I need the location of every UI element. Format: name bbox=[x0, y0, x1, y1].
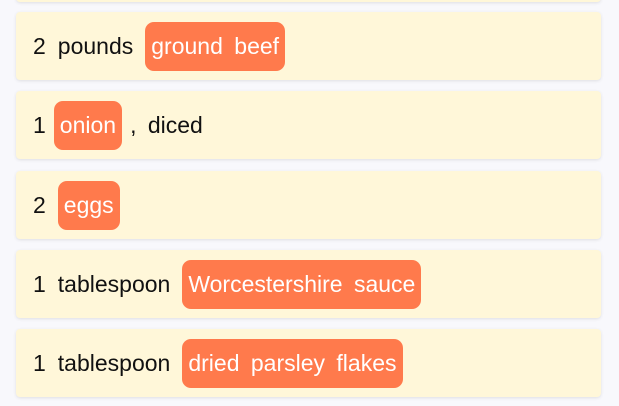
ingredient-amount: 1 bbox=[33, 111, 46, 138]
ingredient-row: 1 onion , diced bbox=[16, 91, 601, 159]
ingredient-unit: tablespoon bbox=[57, 349, 171, 376]
ingredient-amount: 2 bbox=[33, 32, 46, 59]
ingredient-tag[interactable]: onion bbox=[53, 100, 123, 150]
ingredient-row: 2 pounds ground beef bbox=[16, 12, 601, 80]
ingredient-tag[interactable]: eggs bbox=[57, 180, 120, 230]
ingredient-tag[interactable]: dried parsley flakes bbox=[182, 338, 403, 388]
ingredient-amount: 1 bbox=[33, 270, 46, 297]
ingredient-suffix: , diced bbox=[130, 111, 203, 138]
ingredient-amount: 1 bbox=[33, 349, 46, 376]
ingredient-card-partial bbox=[16, 0, 601, 2]
ingredient-tag[interactable]: ground beef bbox=[145, 21, 286, 71]
ingredient-tag[interactable]: Worcestershire sauce bbox=[182, 259, 422, 309]
ingredient-row: 1 tablespoon Worcestershire sauce bbox=[16, 250, 601, 318]
ingredient-unit: pounds bbox=[57, 32, 134, 59]
ingredient-row: 2 eggs bbox=[16, 171, 601, 239]
ingredient-amount: 2 bbox=[33, 191, 46, 218]
ingredient-unit: tablespoon bbox=[57, 270, 171, 297]
ingredient-row: 1 tablespoon dried parsley flakes bbox=[16, 329, 601, 397]
